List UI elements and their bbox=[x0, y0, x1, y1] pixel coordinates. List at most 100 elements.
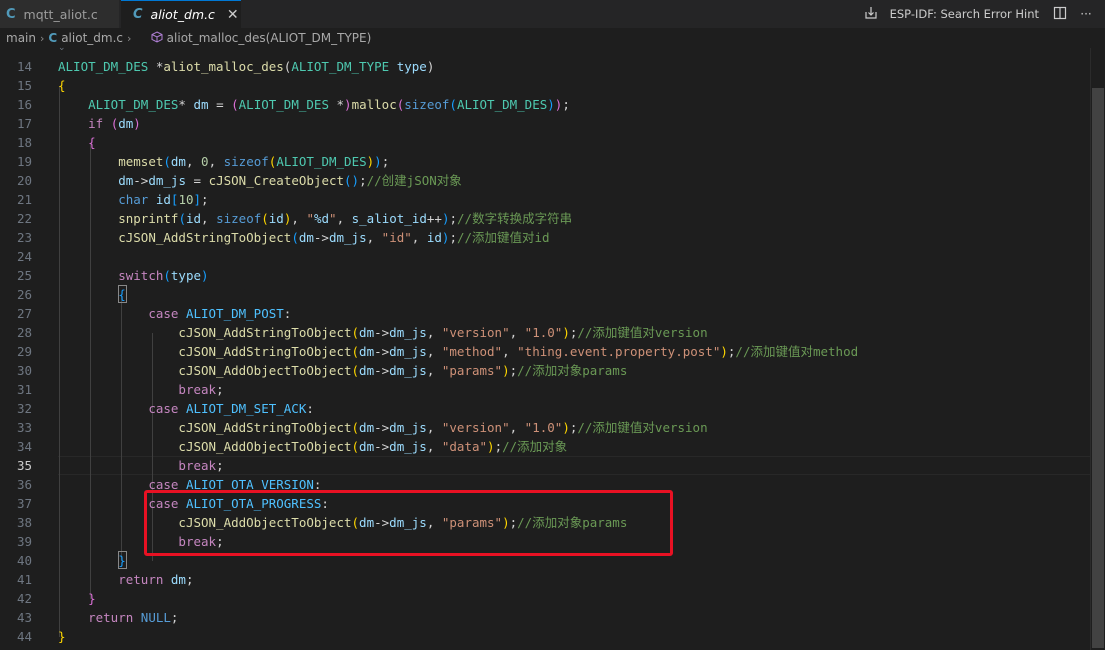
code-token: cJSON_AddStringToObject bbox=[178, 344, 352, 359]
line-number: 29 bbox=[16, 344, 32, 359]
code-token: cJSON_AddObjectToObject bbox=[178, 363, 352, 378]
chevron-right-icon: › bbox=[39, 31, 45, 45]
code-token: ) bbox=[133, 116, 141, 131]
line-number: 38 bbox=[16, 515, 32, 530]
code-token: * bbox=[148, 59, 164, 74]
code-line: { bbox=[58, 285, 126, 304]
tab-bar: C mqtt_aliot.c C aliot_dm.c ✕ ESP-IDF: S… bbox=[0, 0, 1105, 28]
code-token: id bbox=[268, 211, 284, 226]
code-token: ALIOT_DM_DES bbox=[276, 154, 367, 169]
code-token: //数字转换成字符串 bbox=[457, 211, 573, 226]
code-token: } bbox=[118, 553, 126, 568]
code-token: type bbox=[170, 268, 202, 283]
code-token: } bbox=[58, 629, 66, 644]
line-number: 24 bbox=[16, 249, 32, 264]
code-token: ( bbox=[449, 97, 457, 112]
line-number: 17 bbox=[16, 116, 32, 131]
code-token: sizeof bbox=[216, 211, 262, 226]
code-token: ALIOT_DM_SET_ACK bbox=[185, 401, 307, 416]
code-token: 0 bbox=[201, 154, 209, 169]
scrollbar-thumb[interactable] bbox=[1092, 88, 1104, 648]
code-token: "params" bbox=[441, 363, 503, 378]
code-token: 10 bbox=[178, 192, 194, 207]
code-token: NULL bbox=[140, 610, 171, 625]
code-token: -> bbox=[374, 325, 390, 340]
code-token: { bbox=[58, 78, 66, 93]
code-token: ( bbox=[261, 211, 269, 226]
code-token: , bbox=[426, 439, 442, 454]
code-token: ) bbox=[201, 268, 209, 283]
esp-idf-icon[interactable] bbox=[864, 6, 878, 23]
split-editor-icon[interactable] bbox=[1053, 6, 1067, 23]
code-token: ) bbox=[374, 154, 382, 169]
code-token: cJSON_AddStringToObject bbox=[178, 420, 352, 435]
code-token: , bbox=[509, 420, 525, 435]
code-line: ALIOT_DM_DES* dm = (ALIOT_DM_DES *)mallo… bbox=[58, 95, 570, 114]
breadcrumb-symbol[interactable]: aliot_malloc_des(ALIOT_DM_TYPE) bbox=[167, 31, 372, 45]
code-token: { bbox=[118, 287, 126, 302]
code-token: , bbox=[509, 325, 525, 340]
more-actions-icon[interactable]: ··· bbox=[1079, 7, 1093, 21]
code-token: ) bbox=[487, 439, 495, 454]
code-token: , bbox=[411, 230, 427, 245]
line-number: 32 bbox=[16, 401, 32, 416]
search-error-hint-button[interactable]: ESP-IDF: Search Error Hint bbox=[890, 7, 1039, 21]
code-line: break; bbox=[58, 380, 223, 399]
code-token: switch bbox=[118, 268, 164, 283]
code-line: cJSON_AddStringToObject(dm->dm_js, "id",… bbox=[58, 228, 549, 247]
line-number: 18 bbox=[16, 135, 32, 150]
code-line: case ALIOT_DM_POST: bbox=[58, 304, 291, 323]
code-token: : bbox=[283, 306, 292, 321]
line-number: 43 bbox=[16, 610, 32, 625]
code-token: return bbox=[88, 610, 134, 625]
code-token: "method" bbox=[441, 344, 503, 359]
code-token: ; bbox=[359, 173, 367, 188]
chevron-right-icon: › bbox=[127, 31, 132, 45]
code-token: dm bbox=[359, 420, 375, 435]
code-token: ) bbox=[562, 325, 570, 340]
line-number: 16 bbox=[16, 97, 32, 112]
line-number: 25 bbox=[16, 268, 32, 283]
code-token: dm bbox=[359, 325, 375, 340]
code-line: cJSON_AddStringToObject(dm->dm_js, "meth… bbox=[58, 342, 858, 361]
code-token: ; bbox=[201, 192, 209, 207]
code-line: switch(type) bbox=[58, 266, 209, 285]
code-token: dm_js bbox=[389, 325, 427, 340]
code-token: -> bbox=[374, 420, 390, 435]
close-icon[interactable]: ✕ bbox=[227, 7, 239, 23]
code-token: dm bbox=[359, 439, 375, 454]
code-line: cJSON_AddObjectToObject(dm->dm_js, "data… bbox=[58, 437, 567, 456]
code-token: ( bbox=[231, 97, 239, 112]
breadcrumb-file[interactable]: aliot_dm.c bbox=[61, 31, 123, 45]
line-number: 21 bbox=[16, 192, 32, 207]
code-token: //添加对象params bbox=[517, 363, 628, 378]
code-token: aliot_malloc_des bbox=[163, 59, 284, 74]
code-line: memset(dm, 0, sizeof(ALIOT_DM_DES)); bbox=[58, 152, 389, 171]
code-token: cJSON_CreateObject bbox=[208, 173, 345, 188]
code-token: break bbox=[178, 458, 217, 473]
code-token: ; bbox=[170, 610, 179, 625]
code-token: dm_js bbox=[328, 230, 367, 245]
code-editor[interactable]: ⌄ 14 15 16 17 18 19 20 21 22 23 24 25 26 27 28 29 30 31 32… bbox=[0, 43, 1105, 650]
vertical-scrollbar[interactable] bbox=[1090, 48, 1105, 650]
breadcrumb-folder[interactable]: main bbox=[6, 31, 36, 45]
code-line: cJSON_AddObjectToObject(dm->dm_js, "para… bbox=[58, 361, 627, 380]
code-token: { bbox=[88, 135, 96, 150]
line-number: 14 bbox=[16, 59, 32, 74]
code-token: , bbox=[201, 211, 217, 226]
code-token: ; bbox=[216, 458, 224, 473]
code-token: //添加键值对version bbox=[577, 420, 708, 435]
code-token: ) bbox=[562, 420, 570, 435]
sticky-scroll-hint: ⌄ bbox=[58, 43, 66, 53]
tab-mqtt-aliot[interactable]: C mqtt_aliot.c bbox=[0, 0, 120, 28]
